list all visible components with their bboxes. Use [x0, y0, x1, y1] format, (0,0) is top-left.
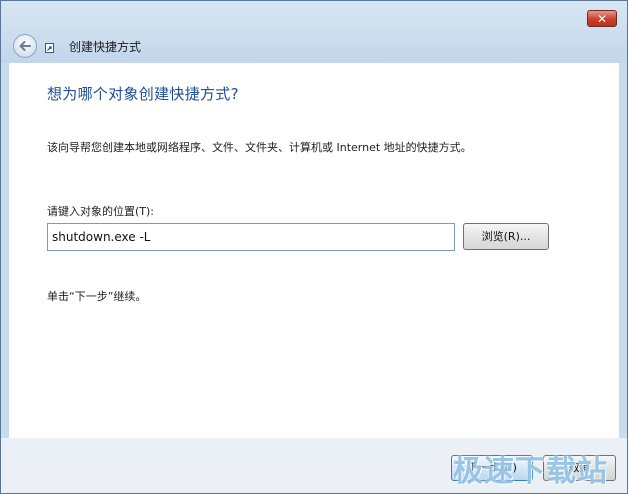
cancel-button[interactable]: 取消	[543, 455, 616, 481]
button-bar: 下一步(N) 取消	[1, 438, 627, 493]
close-icon: ✕	[596, 12, 608, 26]
page-heading: 想为哪个对象创建快捷方式?	[47, 85, 239, 103]
create-shortcut-window: ✕ 创建快捷方式 想为哪个对象创建快捷方式? 该向导帮您创建本地或网络程序、文件…	[0, 0, 628, 494]
window-title: 创建快捷方式	[69, 40, 142, 54]
close-button[interactable]: ✕	[587, 10, 617, 27]
back-button[interactable]	[13, 34, 37, 58]
location-label: 请键入对象的位置(T):	[47, 205, 155, 218]
back-arrow-icon	[19, 41, 31, 51]
shortcut-icon	[45, 43, 54, 53]
browse-button[interactable]: 浏览(R)...	[463, 223, 549, 250]
title-bar: ✕ 创建快捷方式	[1, 1, 627, 63]
description-text: 该向导帮您创建本地或网络程序、文件、文件夹、计算机或 Internet 地址的快…	[47, 141, 472, 154]
wizard-content: 想为哪个对象创建快捷方式? 该向导帮您创建本地或网络程序、文件、文件夹、计算机或…	[9, 63, 619, 438]
next-button[interactable]: 下一步(N)	[451, 455, 533, 481]
location-input[interactable]	[47, 223, 455, 251]
next-hint-text: 单击“下一步”继续。	[47, 290, 147, 303]
